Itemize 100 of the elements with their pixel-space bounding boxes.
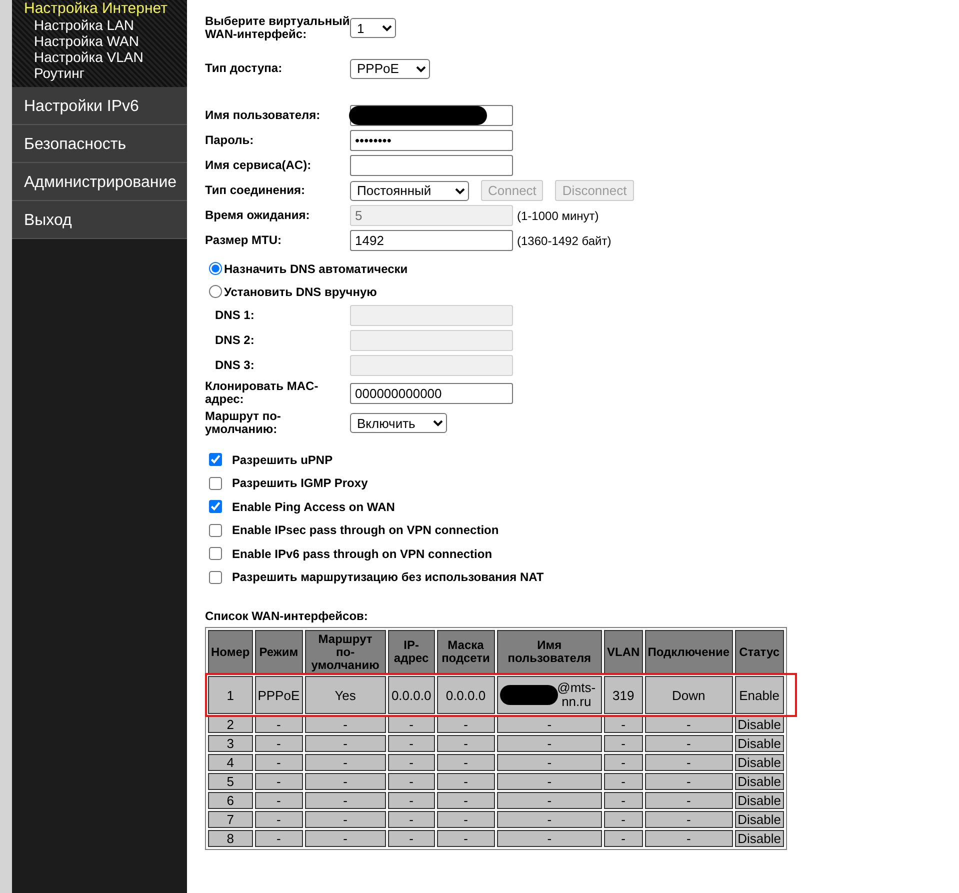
- table-cell: 6: [208, 792, 253, 809]
- table-cell: 319: [604, 676, 643, 714]
- option-label: Разрешить маршрутизацию без использования NAT: [232, 569, 544, 586]
- field-label: Выберите виртуальный WAN-интерфейс:: [205, 15, 350, 41]
- table-cell: Disable: [734, 811, 784, 828]
- table-cell: -: [436, 811, 495, 828]
- table-cell: -: [604, 830, 643, 847]
- input-field[interactable]: ••••••••: [350, 130, 513, 151]
- submenu-link[interactable]: Настройка WAN: [12, 33, 187, 49]
- table-cell: -: [254, 754, 303, 771]
- table-cell: 7: [208, 811, 253, 828]
- menu-item[interactable]: Безопасность: [12, 125, 187, 163]
- checkbox-option[interactable]: Enable Ping Access on WAN: [205, 495, 787, 518]
- field-label: Имя сервиса(AC):: [205, 159, 312, 172]
- table-cell: 5: [208, 773, 253, 790]
- table-cell: 2: [208, 716, 253, 733]
- table-cell: -: [254, 811, 303, 828]
- table-cell: -: [644, 773, 733, 790]
- table-cell: -: [304, 773, 386, 790]
- table-cell: -: [304, 811, 386, 828]
- table-cell: -: [254, 773, 303, 790]
- table-cell: -: [388, 830, 435, 847]
- table-cell: 0.0.0.0: [436, 676, 495, 714]
- option-label: Установить DNS вручную: [224, 284, 377, 300]
- radio-option[interactable]: Назначить DNS автоматически: [205, 257, 787, 280]
- table-cell: -: [436, 735, 495, 752]
- field-label: Пароль:: [205, 134, 255, 147]
- table-cell: -: [604, 735, 643, 752]
- table-cell: -: [304, 754, 386, 771]
- checkbox-option[interactable]: Enable IPv6 pass through on VPN connection: [205, 542, 787, 566]
- table-cell: -: [304, 830, 386, 847]
- table-cell: -: [436, 830, 495, 847]
- dropdown[interactable]: 1: [350, 18, 396, 38]
- table-cell: -: [496, 830, 602, 847]
- table-cell: -: [604, 792, 643, 809]
- checkbox[interactable]: [209, 453, 222, 466]
- menu-section-title[interactable]: Настройка Интернет: [12, 0, 187, 17]
- table-cell: Disable: [734, 773, 784, 790]
- submenu-link[interactable]: Настройка VLAN: [12, 49, 187, 65]
- checkbox[interactable]: [209, 570, 222, 584]
- table-cell: -: [388, 792, 435, 809]
- table-cell: -: [496, 735, 602, 752]
- checkbox-option[interactable]: Разрешить IGMP Proxy: [205, 472, 787, 495]
- table-cell: -: [304, 792, 386, 809]
- checkbox[interactable]: [209, 500, 222, 514]
- table-cell: -: [496, 792, 602, 809]
- table-cell: -: [604, 754, 643, 771]
- table-cell: -: [644, 830, 733, 847]
- input-field[interactable]: [350, 105, 513, 126]
- table-cell: -: [254, 830, 303, 847]
- radio-option[interactable]: Установить DNS вручную: [205, 280, 787, 303]
- column-header: Режим: [254, 630, 303, 674]
- option-label: Enable IPv6 pass through on VPN connection: [232, 546, 492, 563]
- menu-item[interactable]: Выход: [12, 201, 187, 239]
- checkbox[interactable]: [209, 547, 222, 560]
- table-cell: -: [496, 811, 602, 828]
- checkbox-option[interactable]: Разрешить uPNP: [205, 448, 787, 472]
- input-field[interactable]: 000000000000: [350, 382, 513, 404]
- option-label: Разрешить IGMP Proxy: [232, 475, 368, 492]
- table-cell: -: [496, 716, 602, 733]
- table-cell: -: [436, 716, 495, 733]
- checkbox[interactable]: [209, 524, 222, 537]
- dropdown[interactable]: Включить: [350, 413, 447, 433]
- dropdown[interactable]: PPPoE: [350, 58, 430, 78]
- table-cell: 0.0.0.0: [388, 676, 435, 714]
- table-cell: 4: [208, 754, 253, 771]
- submenu-link[interactable]: Роутинг: [12, 65, 187, 81]
- table-cell: -: [388, 773, 435, 790]
- table-cell: -: [604, 773, 643, 790]
- menu-item[interactable]: Администрирование: [12, 163, 187, 201]
- checkbox-option[interactable]: Разрешить маршрутизацию без использования NAT: [205, 566, 787, 589]
- table-cell: Enable: [734, 676, 784, 714]
- column-header: Статус: [734, 630, 784, 674]
- table-cell: -: [388, 754, 435, 771]
- table-cell: -: [436, 773, 495, 790]
- input-field[interactable]: [350, 155, 513, 176]
- field-label: Тип доступа:: [205, 62, 284, 75]
- column-header: IP-адрес: [388, 630, 435, 674]
- table-cell: -: [388, 811, 435, 828]
- column-header: Номер: [208, 630, 253, 674]
- column-header: Маршрут по-умолчанию: [304, 630, 386, 674]
- submenu-link[interactable]: Настройка LAN: [12, 17, 187, 33]
- table-cell: 8: [208, 830, 253, 847]
- table-cell: -: [604, 811, 643, 828]
- radio-button[interactable]: [209, 262, 222, 275]
- table-cell: -: [644, 754, 733, 771]
- table-cell: -: [388, 716, 435, 733]
- field-label: DNS 1:: [214, 309, 256, 322]
- radio-button[interactable]: [209, 285, 222, 298]
- table-cell: -: [644, 735, 733, 752]
- checkbox-option[interactable]: Enable IPsec pass through on VPN connection: [205, 518, 787, 542]
- column-header: VLAN: [604, 630, 643, 674]
- input-field[interactable]: 1492: [350, 230, 513, 251]
- table-cell: -: [644, 716, 733, 733]
- table-cell: -: [254, 716, 303, 733]
- table-cell: Disable: [734, 792, 784, 809]
- menu-item[interactable]: Настройки IPv6: [12, 87, 187, 125]
- table-cell: -: [304, 716, 386, 733]
- dropdown[interactable]: Постоянный: [350, 180, 469, 200]
- checkbox[interactable]: [209, 476, 222, 490]
